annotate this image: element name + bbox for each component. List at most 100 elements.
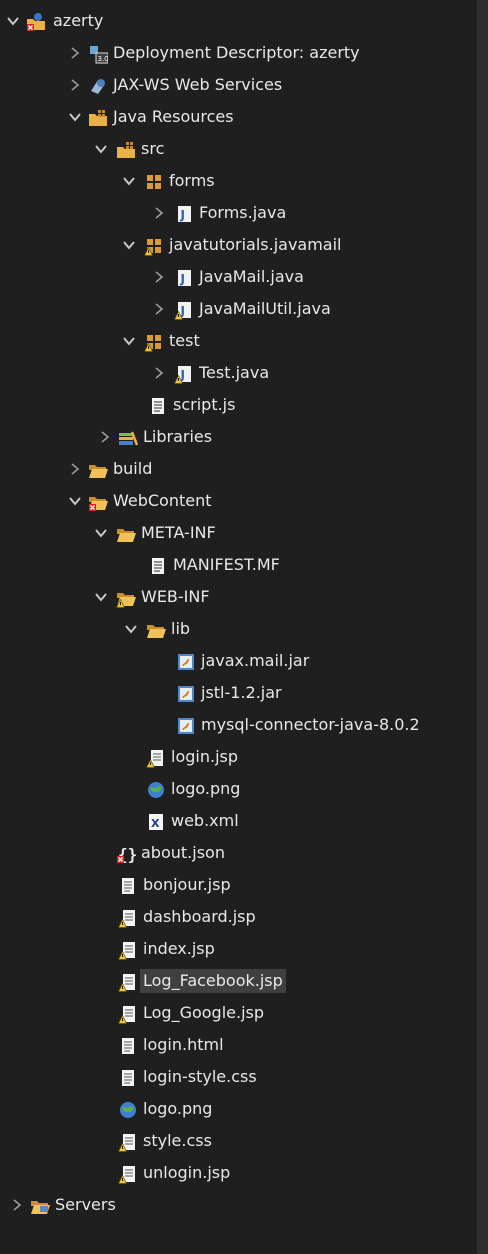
tree-item-libraries[interactable]: Libraries [0, 422, 477, 453]
chevron-down-icon[interactable] [94, 518, 110, 549]
tree-item-about-json[interactable]: {} about.json [0, 838, 477, 869]
chevron-down-icon[interactable] [124, 614, 140, 645]
tree-item-label: JavaMailUtil.java [199, 299, 331, 318]
jsp-file-warning-icon [118, 1164, 138, 1184]
tree-item-log-google-jsp[interactable]: Log_Google.jsp [0, 998, 477, 1029]
tree-item-mysql-connector-jar[interactable]: mysql-connector-java-8.0.2 [0, 710, 477, 741]
web-services-icon [88, 76, 108, 96]
tree-item-javamail-java[interactable]: J JavaMail.java [0, 262, 477, 293]
tree-item-label: mysql-connector-java-8.0.2 [201, 715, 420, 734]
chevron-right-icon[interactable] [152, 294, 168, 325]
jsp-file-warning-icon [146, 748, 166, 768]
text-file-icon [148, 396, 168, 416]
tree-item-unlogin-jsp[interactable]: unlogin.jsp [0, 1158, 477, 1189]
tree-item-label: Forms.java [199, 203, 287, 222]
tree-item-label: WEB-INF [141, 587, 210, 606]
css-file-icon [118, 1068, 138, 1088]
tree-item-forms-java[interactable]: J Forms.java [0, 198, 477, 229]
svg-text:J: J [180, 272, 185, 286]
chevron-down-icon[interactable] [122, 166, 138, 197]
chevron-right-icon[interactable] [68, 70, 84, 101]
tree-item-label: javax.mail.jar [201, 651, 310, 670]
java-file-warning-icon: J [174, 364, 194, 384]
java-file-warning-icon: J [174, 300, 194, 320]
libraries-icon [118, 428, 139, 448]
tree-item-test-java[interactable]: J Test.java [0, 358, 477, 389]
tree-item-jstl-jar[interactable]: jstl-1.2.jar [0, 678, 477, 709]
tree-item-label: Libraries [143, 427, 213, 446]
svg-text:X: X [151, 817, 160, 830]
tree-item-javatutorials-javamail[interactable]: javatutorials.javamail [0, 230, 477, 261]
web-project-error-icon [26, 12, 46, 32]
tree-item-test[interactable]: test [0, 326, 477, 357]
tree-item-dashboard-jsp[interactable]: dashboard.jsp [0, 902, 477, 933]
chevron-right-icon[interactable] [98, 422, 114, 453]
tree-item-build[interactable]: build [0, 454, 477, 485]
tree-item-label: lib [171, 619, 191, 638]
chevron-down-icon[interactable] [122, 230, 138, 261]
tree-item-deployment-descriptor[interactable]: 3.0 Deployment Descriptor: azerty [0, 38, 477, 69]
tree-item-label: JavaMail.java [199, 267, 304, 286]
tree-item-manifest-mf[interactable]: MANIFEST.MF [0, 550, 477, 581]
tree-item-logo-png[interactable]: logo.png [0, 1094, 477, 1125]
chevron-down-icon[interactable] [68, 486, 84, 517]
tree-item-azerty[interactable]: azerty [0, 6, 477, 37]
tree-item-javamailutil-java[interactable]: J JavaMailUtil.java [0, 294, 477, 325]
tree-item-meta-inf[interactable]: META-INF [0, 518, 477, 549]
jar-file-icon [176, 652, 196, 672]
tree-item-log-facebook-jsp[interactable]: Log_Facebook.jsp [0, 966, 477, 997]
chevron-right-icon[interactable] [68, 454, 84, 485]
tree-item-login-style-css[interactable]: login-style.css [0, 1062, 477, 1093]
chevron-right-icon[interactable] [152, 262, 168, 293]
folder-icon [88, 460, 108, 480]
chevron-down-icon[interactable] [94, 582, 110, 613]
tree-item-label: Log_Google.jsp [143, 1003, 265, 1022]
tree-item-label: web.xml [171, 811, 239, 830]
chevron-right-icon[interactable] [152, 358, 168, 389]
tree-item-label: unlogin.jsp [143, 1163, 231, 1182]
chevron-down-icon[interactable] [94, 134, 110, 165]
chevron-down-icon[interactable] [68, 102, 84, 133]
java-file-icon: J [174, 268, 194, 288]
java-resources-icon [88, 108, 108, 128]
tree-item-login-jsp-webinf[interactable]: login.jsp [0, 742, 477, 773]
tree-item-label: Deployment Descriptor: azerty [113, 43, 360, 62]
tree-item-label: about.json [141, 843, 225, 862]
folder-icon [30, 1196, 50, 1216]
jar-file-icon [176, 684, 196, 704]
chevron-right-icon[interactable] [10, 1190, 26, 1221]
tree-item-index-jsp[interactable]: index.jsp [0, 934, 477, 965]
jar-file-icon [176, 716, 196, 736]
tree-item-login-html[interactable]: login.html [0, 1030, 477, 1061]
tree-item-bonjour-jsp[interactable]: bonjour.jsp [0, 870, 477, 901]
tree-item-label: test [169, 331, 200, 350]
chevron-down-icon[interactable] [122, 326, 138, 357]
tree-item-label: src [141, 139, 165, 158]
chevron-down-icon[interactable] [6, 6, 22, 37]
tree-item-script-js[interactable]: script.js [0, 390, 477, 421]
package-icon [144, 172, 164, 192]
tree-item-forms[interactable]: forms [0, 166, 477, 197]
tree-item-label: Log_Facebook.jsp [140, 969, 286, 993]
tree-item-jax-ws-web-services[interactable]: JAX-WS Web Services [0, 70, 477, 101]
tree-item-label: login.html [143, 1035, 224, 1054]
tree-item-javax-mail-jar[interactable]: javax.mail.jar [0, 646, 477, 677]
source-folder-icon [116, 140, 136, 160]
tree-item-label: bonjour.jsp [143, 875, 231, 894]
tree-item-webcontent[interactable]: WebContent [0, 486, 477, 517]
tree-item-servers[interactable]: Servers [0, 1190, 477, 1221]
chevron-right-icon[interactable] [152, 198, 168, 229]
folder-icon [116, 524, 136, 544]
tree-item-label: script.js [173, 395, 236, 414]
chevron-right-icon[interactable] [68, 38, 84, 69]
json-file-error-icon: {} [116, 844, 137, 864]
tree-item-web-xml[interactable]: X web.xml [0, 806, 477, 837]
tree-item-label: WebContent [113, 491, 212, 510]
tree-item-java-resources[interactable]: Java Resources [0, 102, 477, 133]
tree-item-web-inf[interactable]: WEB-INF [0, 582, 477, 613]
tree-item-label: MANIFEST.MF [173, 555, 280, 574]
tree-item-style-css[interactable]: style.css [0, 1126, 477, 1157]
tree-item-logo-png-webinf[interactable]: logo.png [0, 774, 477, 805]
tree-item-src[interactable]: src [0, 134, 477, 165]
tree-item-lib[interactable]: lib [0, 614, 477, 645]
